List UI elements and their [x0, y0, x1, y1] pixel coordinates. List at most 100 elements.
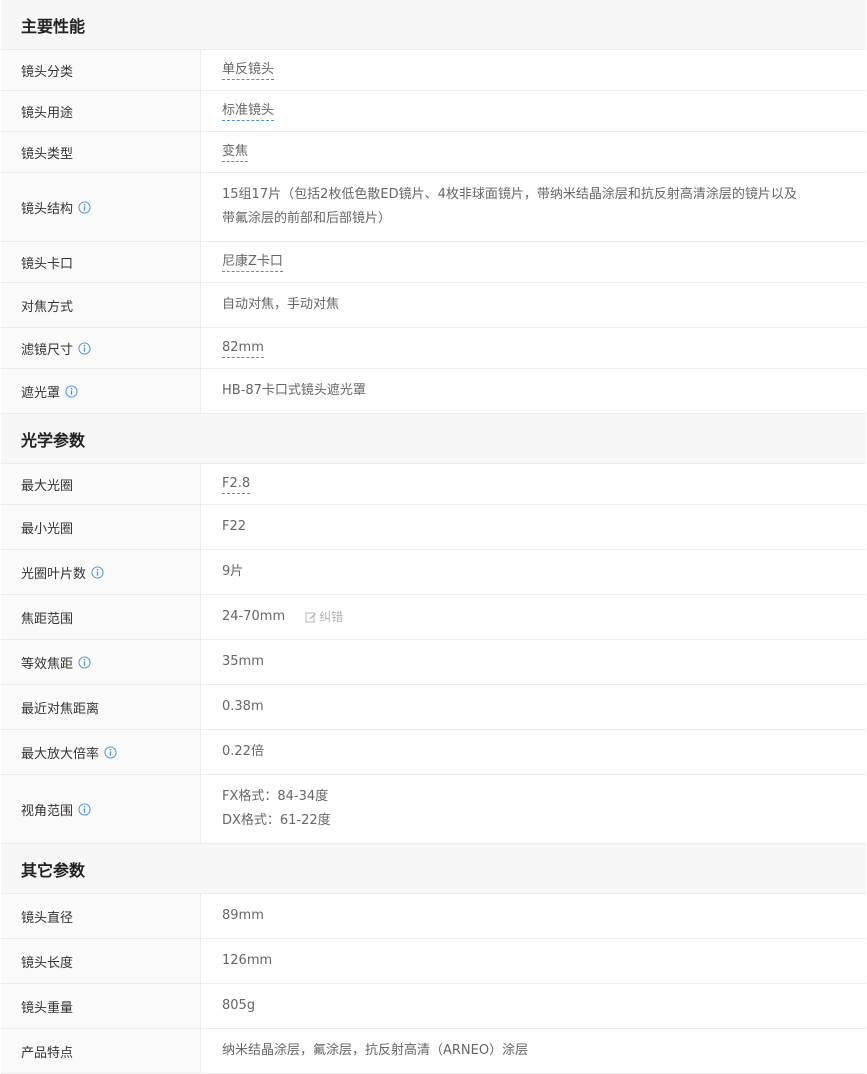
spec-value-link[interactable]: 变焦 [222, 143, 249, 162]
section-title: 光学参数 [21, 430, 86, 450]
spec-value-cell: 单反镜头 [201, 50, 866, 90]
spec-label-cell: 镜头直径 [1, 894, 201, 938]
info-icon[interactable] [91, 565, 104, 579]
spec-value-link[interactable]: F2.8 [222, 475, 251, 494]
spec-value-cell: 标准镜头 [201, 91, 866, 131]
spec-value: F22 [222, 519, 247, 534]
spec-label-cell: 镜头重量 [1, 984, 201, 1028]
spec-value-link[interactable]: 标准镜头 [222, 102, 275, 121]
spec-value-cell: 82mm [201, 328, 866, 368]
spec-row: 光圈叶片数 9片 [1, 550, 866, 595]
spec-value: 89mm [222, 908, 264, 923]
spec-value-line: DX格式：61-22度 [222, 813, 331, 828]
info-icon[interactable] [78, 341, 91, 355]
spec-row: 滤镜尺寸 82mm [1, 328, 866, 369]
spec-label: 最大光圈 [21, 478, 74, 494]
spec-label: 镜头结构 [21, 201, 74, 217]
spec-value: 35mm [222, 654, 264, 669]
spec-label: 镜头长度 [21, 955, 74, 971]
spec-row: 镜头用途 标准镜头 [1, 91, 866, 132]
spec-row: 最大光圈 F2.8 [1, 464, 866, 505]
spec-value: 0.22倍 [222, 744, 264, 759]
spec-row: 镜头直径 89mm [1, 894, 866, 939]
spec-label: 滤镜尺寸 [21, 342, 74, 358]
spec-value-link[interactable]: 82mm [222, 339, 264, 358]
spec-label-cell: 焦距范围 [1, 595, 201, 639]
spec-label-cell: 最近对焦距离 [1, 685, 201, 729]
spec-label-cell: 最小光圈 [1, 505, 201, 549]
info-icon[interactable] [78, 802, 91, 816]
spec-value-cell: 纳米结晶涂层，氟涂层，抗反射高清（ARNEO）涂层 [201, 1029, 866, 1073]
spec-value-cell: HB-87卡口式镜头遮光罩 [201, 369, 866, 413]
spec-row: 产品特点 纳米结晶涂层，氟涂层，抗反射高清（ARNEO）涂层 [1, 1029, 866, 1074]
spec-value-cell: F2.8 [201, 464, 866, 504]
section-title: 其它参数 [21, 860, 86, 880]
spec-row: 镜头卡口 尼康Z卡口 [1, 242, 866, 283]
spec-value: 805g [222, 998, 256, 1013]
spec-value: 126mm [222, 953, 273, 968]
spec-row: 最小光圈 F22 [1, 505, 866, 550]
section-title: 主要性能 [21, 16, 86, 36]
spec-value-cell: 126mm [201, 939, 866, 983]
spec-value-lines: FX格式：84-34度 DX格式：61-22度 [222, 785, 331, 833]
edit-icon [305, 611, 319, 623]
spec-label: 最近对焦距离 [21, 701, 100, 717]
spec-value: HB-87卡口式镜头遮光罩 [222, 383, 366, 398]
spec-value-link[interactable]: 尼康Z卡口 [222, 253, 283, 272]
spec-label: 等效焦距 [21, 656, 74, 672]
spec-value-link[interactable]: 单反镜头 [222, 61, 275, 80]
spec-label-cell: 镜头卡口 [1, 242, 201, 282]
spec-label: 最大放大倍率 [21, 746, 100, 762]
spec-value-line: 15组17片（包括2枚低色散ED镜片、4枚非球面镜片，带纳米结晶涂层和抗反射高清… [222, 187, 797, 202]
spec-label-cell: 镜头用途 [1, 91, 201, 131]
spec-row: 最近对焦距离 0.38m [1, 685, 866, 730]
spec-value-cell: 35mm [201, 640, 866, 684]
spec-value-cell: FX格式：84-34度 DX格式：61-22度 [201, 775, 866, 843]
correction-label: 纠错 [319, 610, 344, 624]
spec-value-cell: 24-70mm 纠错 [201, 595, 866, 639]
spec-label-cell: 光圈叶片数 [1, 550, 201, 594]
spec-value-lines: 15组17片（包括2枚低色散ED镜片、4枚非球面镜片，带纳米结晶涂层和抗反射高清… [222, 183, 797, 231]
spec-value: 9片 [222, 564, 244, 579]
spec-value-cell: 尼康Z卡口 [201, 242, 866, 282]
spec-label: 镜头直径 [21, 910, 74, 926]
correction-button[interactable]: 纠错 [305, 605, 343, 629]
spec-value-cell: F22 [201, 505, 866, 549]
spec-value-cell: 9片 [201, 550, 866, 594]
spec-label-cell: 镜头类型 [1, 132, 201, 172]
spec-label: 遮光罩 [21, 385, 61, 401]
spec-value-line: FX格式：84-34度 [222, 789, 329, 804]
spec-value: 自动对焦，手动对焦 [222, 297, 340, 312]
spec-row: 镜头长度 126mm [1, 939, 866, 984]
spec-label: 镜头类型 [21, 146, 74, 162]
spec-label: 对焦方式 [21, 299, 74, 315]
spec-label-cell: 等效焦距 [1, 640, 201, 684]
spec-label-cell: 镜头分类 [1, 50, 201, 90]
spec-row: 镜头类型 变焦 [1, 132, 866, 173]
info-icon[interactable] [104, 745, 117, 759]
info-icon[interactable] [65, 384, 78, 398]
spec-label: 视角范围 [21, 803, 74, 819]
spec-label-cell: 最大放大倍率 [1, 730, 201, 774]
spec-label-cell: 视角范围 [1, 775, 201, 843]
spec-value: 0.38m [222, 699, 264, 714]
spec-row: 遮光罩 HB-87卡口式镜头遮光罩 [1, 369, 866, 414]
spec-value-cell: 0.38m [201, 685, 866, 729]
spec-label: 镜头卡口 [21, 256, 74, 272]
spec-value-cell: 变焦 [201, 132, 866, 172]
spec-label-cell: 对焦方式 [1, 283, 201, 327]
spec-row: 最大放大倍率 0.22倍 [1, 730, 866, 775]
info-icon[interactable] [78, 655, 91, 669]
spec-row: 对焦方式 自动对焦，手动对焦 [1, 283, 866, 328]
spec-value-cell: 89mm [201, 894, 866, 938]
spec-label-cell: 镜头长度 [1, 939, 201, 983]
spec-value-cell: 自动对焦，手动对焦 [201, 283, 866, 327]
spec-value: 纳米结晶涂层，氟涂层，抗反射高清（ARNEO）涂层 [222, 1043, 529, 1058]
info-icon[interactable] [78, 200, 91, 214]
spec-value-cell: 15组17片（包括2枚低色散ED镜片、4枚非球面镜片，带纳米结晶涂层和抗反射高清… [201, 173, 866, 241]
section-header: 主要性能 [1, 0, 866, 50]
spec-row: 视角范围 FX格式：84-34度 DX格式：61-22度 [1, 775, 866, 844]
spec-label-cell: 滤镜尺寸 [1, 328, 201, 368]
spec-label: 焦距范围 [21, 611, 74, 627]
spec-label-cell: 遮光罩 [1, 369, 201, 413]
